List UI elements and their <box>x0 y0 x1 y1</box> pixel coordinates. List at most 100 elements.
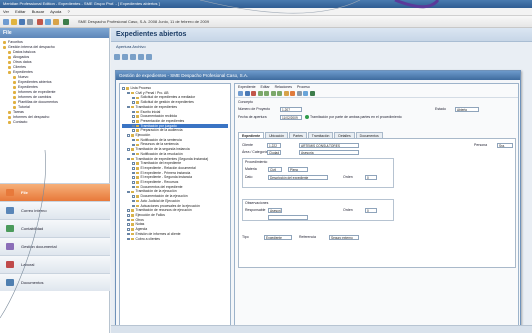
expander-icon[interactable] <box>127 223 130 226</box>
orden-field[interactable]: 0 <box>365 175 377 180</box>
expander-icon[interactable] <box>127 148 130 151</box>
expander-icon[interactable] <box>132 110 135 114</box>
orden2-label: Orden <box>343 208 353 212</box>
process-tree-item[interactable]: Cobro a clientes <box>122 237 228 242</box>
nav-button[interactable]: Contabilidad <box>0 219 110 237</box>
cut-icon[interactable] <box>37 19 43 25</box>
find-icon[interactable] <box>303 91 308 96</box>
nav-button[interactable]: File <box>0 183 110 201</box>
email-icon[interactable] <box>290 91 295 96</box>
filter-icon[interactable] <box>122 54 128 60</box>
date-field[interactable]: 11/02/2009 <box>280 115 302 120</box>
state-field[interactable]: Abierto <box>455 107 479 112</box>
notes-field[interactable] <box>268 215 308 220</box>
expander-icon[interactable] <box>127 105 130 109</box>
nav-button-label: Gestión documental <box>21 244 57 249</box>
expander-icon[interactable] <box>132 96 135 99</box>
expander-icon[interactable] <box>132 138 135 142</box>
expander-icon[interactable] <box>132 115 135 118</box>
delete-icon[interactable] <box>146 54 152 60</box>
expander-icon[interactable] <box>127 209 130 212</box>
expander-icon[interactable] <box>127 134 130 137</box>
form-menu-item[interactable]: Expediente <box>238 85 256 89</box>
expander-icon[interactable] <box>132 152 135 156</box>
expander-icon[interactable] <box>132 124 135 128</box>
add-icon[interactable] <box>138 54 144 60</box>
refresh-icon[interactable] <box>114 54 120 60</box>
expander-icon[interactable] <box>132 162 135 165</box>
print-icon[interactable] <box>27 19 33 25</box>
contact-field[interactable]: Sra. <box>497 143 513 148</box>
form-menu-item[interactable]: Relaciones <box>275 85 292 89</box>
menu-item[interactable]: Ver <box>3 9 9 14</box>
expander-icon[interactable] <box>132 195 135 198</box>
expander-icon[interactable] <box>132 176 135 179</box>
process-code-field[interactable]: Civil <box>268 167 282 172</box>
expander-icon[interactable] <box>127 91 130 95</box>
resp-field[interactable]: Asesoría <box>268 208 282 213</box>
client-name-field[interactable]: ARTEMIS CONSULTORES <box>299 143 359 148</box>
expander-icon[interactable] <box>127 218 130 222</box>
client-label: Cliente <box>242 143 253 147</box>
expander-icon[interactable] <box>127 157 130 161</box>
expander-icon[interactable] <box>127 232 130 236</box>
nav-tree-item[interactable]: Contacto <box>3 120 107 125</box>
nav-button[interactable]: Laboral <box>0 255 110 273</box>
expander-icon[interactable] <box>132 129 135 132</box>
copy-icon[interactable] <box>45 19 51 25</box>
assigned-field[interactable]: Asesoría <box>299 150 359 155</box>
menu-bar: Ver Editar Buscar Ayuda ? <box>0 8 532 16</box>
expander-icon[interactable] <box>132 181 135 184</box>
procedure-group: Procedimiento Materia Civil Pleno Dato D… <box>242 158 394 188</box>
menu-item[interactable]: Buscar <box>32 9 44 14</box>
expander-icon[interactable] <box>132 101 135 104</box>
new-record-icon[interactable] <box>238 91 243 96</box>
expander-icon[interactable] <box>132 167 135 170</box>
search-icon[interactable] <box>130 54 136 60</box>
expander-icon[interactable] <box>122 87 125 90</box>
save-record-icon[interactable] <box>244 91 250 96</box>
save-icon[interactable] <box>19 19 25 25</box>
nav-button[interactable]: Correo interno <box>0 201 110 219</box>
reference-field[interactable]: Seguro externo <box>329 235 359 240</box>
radio-option[interactable]: Tramitación por parte de ambas partes en… <box>305 115 402 120</box>
open-icon[interactable] <box>11 19 17 25</box>
first-record-icon[interactable] <box>257 91 263 96</box>
help-icon[interactable] <box>63 19 69 25</box>
expander-icon[interactable] <box>127 214 130 217</box>
new-icon[interactable] <box>3 19 9 25</box>
menu-item[interactable]: Editar <box>15 9 25 14</box>
help-icon[interactable] <box>309 91 315 96</box>
attach-icon[interactable] <box>296 91 302 96</box>
dato-field[interactable]: Descripción del expediente <box>268 175 328 180</box>
nav-button[interactable]: Gestión documental <box>0 237 110 255</box>
prev-record-icon[interactable] <box>264 91 269 96</box>
process-field[interactable]: Pleno <box>288 167 308 172</box>
expander-icon[interactable] <box>132 204 135 208</box>
orden2-field[interactable]: 0 <box>365 208 377 213</box>
type-field[interactable]: Expediente <box>264 235 292 240</box>
area-field[interactable]: Ciudad <box>267 150 281 155</box>
expander-icon[interactable] <box>132 143 135 147</box>
nav-button-label: File <box>21 190 28 195</box>
paste-icon[interactable] <box>53 19 59 25</box>
menu-item[interactable]: Ayuda <box>50 9 61 14</box>
form-menu-item[interactable]: Editar <box>261 85 270 89</box>
expander-icon[interactable] <box>127 228 130 231</box>
client-code-field[interactable]: 1.222 <box>267 143 281 148</box>
module-icon <box>6 225 14 232</box>
menu-item[interactable]: ? <box>67 9 69 14</box>
next-record-icon[interactable] <box>270 91 276 96</box>
expander-icon[interactable] <box>132 199 135 203</box>
expander-icon[interactable] <box>132 185 135 189</box>
expander-icon[interactable] <box>127 237 130 241</box>
nav-button[interactable]: Documentos <box>0 273 110 291</box>
last-record-icon[interactable] <box>277 91 282 96</box>
print-record-icon[interactable] <box>283 91 289 96</box>
form-menu-item[interactable]: Proceso <box>297 85 310 89</box>
delete-record-icon[interactable] <box>251 91 256 96</box>
number-field[interactable]: 1.207 <box>280 107 302 112</box>
expander-icon[interactable] <box>127 190 130 194</box>
expander-icon[interactable] <box>132 171 135 175</box>
expander-icon[interactable] <box>132 120 135 123</box>
